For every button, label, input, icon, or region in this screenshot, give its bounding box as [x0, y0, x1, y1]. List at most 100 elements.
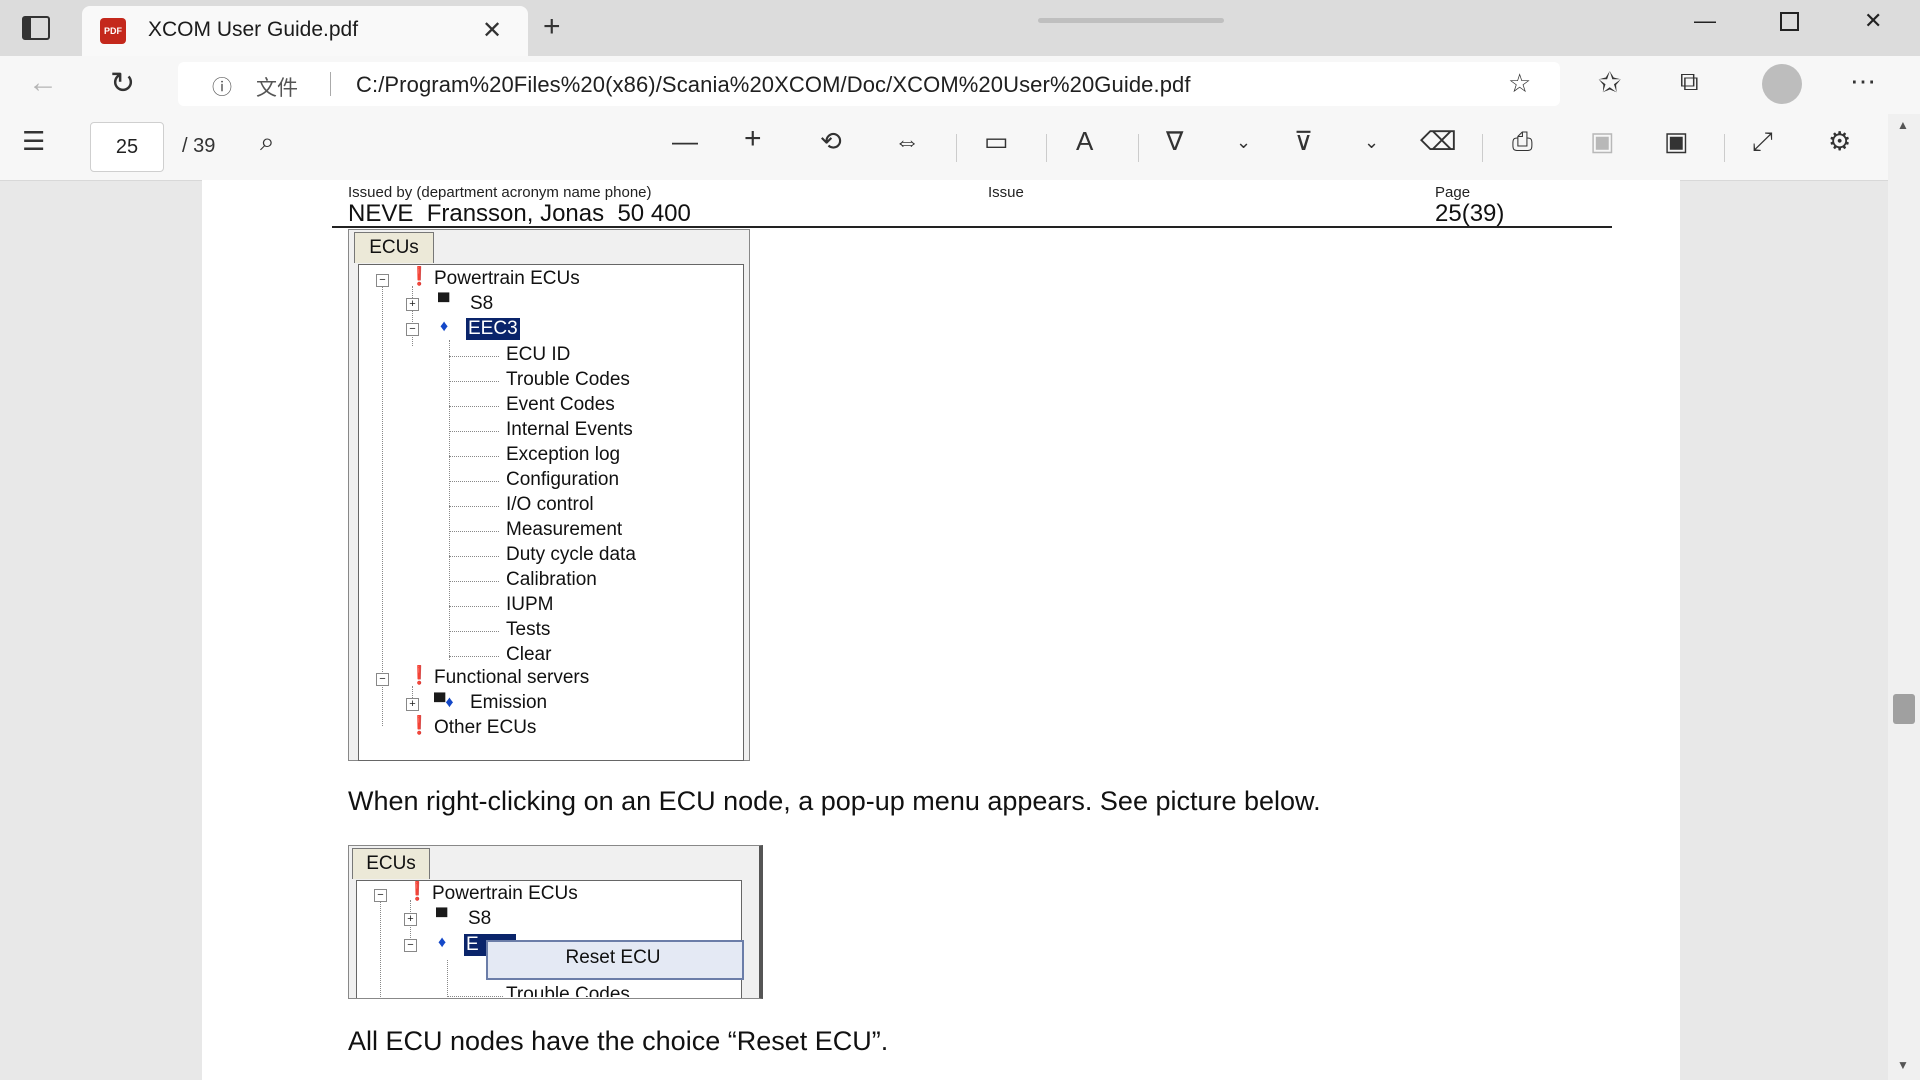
- tree-node-emission[interactable]: Emission: [470, 692, 547, 714]
- tree-node-child[interactable]: Event Codes: [506, 394, 615, 416]
- scroll-down-arrow[interactable]: ▼: [1897, 1058, 1909, 1072]
- tree-node-other-ecus[interactable]: Other ECUs: [434, 717, 536, 739]
- highlight-options-icon[interactable]: ⌄: [1364, 132, 1379, 153]
- expand-toggle[interactable]: +: [404, 913, 417, 926]
- close-window-button[interactable]: ✕: [1864, 8, 1882, 34]
- tree-node-child[interactable]: Trouble Codes: [506, 369, 630, 391]
- ecu-s8-icon: ▀: [438, 294, 450, 311]
- rotate-icon[interactable]: ⟲: [820, 126, 842, 157]
- expand-toggle[interactable]: +: [406, 698, 419, 711]
- page-number-input[interactable]: 25: [90, 122, 164, 172]
- tree-node-child[interactable]: Measurement: [506, 519, 622, 541]
- minimize-button[interactable]: —: [1694, 8, 1716, 34]
- vertical-scrollbar[interactable]: [1888, 114, 1920, 1080]
- toolbar-divider: [1046, 134, 1047, 162]
- favorites-icon[interactable]: ✩: [1598, 66, 1621, 99]
- toolbar-divider: [1482, 134, 1483, 162]
- drag-handle[interactable]: [1038, 18, 1224, 23]
- back-button[interactable]: ←: [28, 66, 58, 100]
- draw-icon[interactable]: ∇: [1166, 126, 1183, 157]
- emission-icon: ▀♦: [434, 694, 454, 711]
- tree-node-functional-servers[interactable]: Functional servers: [434, 667, 589, 689]
- collapse-toggle[interactable]: −: [406, 323, 419, 336]
- address-file-label: 文件: [256, 77, 298, 100]
- highlight-icon[interactable]: ⊽: [1294, 126, 1313, 157]
- toolbar-divider: [1138, 134, 1139, 162]
- zoom-out-icon[interactable]: —: [672, 126, 698, 157]
- draw-options-icon[interactable]: ⌄: [1236, 132, 1251, 153]
- tree-line: [449, 431, 499, 432]
- expand-toggle[interactable]: +: [406, 298, 419, 311]
- collapse-toggle[interactable]: −: [374, 889, 387, 902]
- tree-node-child[interactable]: ECU ID: [506, 344, 570, 366]
- tree-line: [412, 286, 413, 346]
- powertrain-pin-icon: ❗: [408, 266, 431, 286]
- save-as-icon[interactable]: ▣: [1664, 126, 1689, 157]
- tab-title: XCOM User Guide.pdf: [148, 18, 359, 41]
- tree-node-powertrain[interactable]: Powertrain ECUs: [434, 268, 580, 290]
- search-icon[interactable]: ⌕: [260, 126, 275, 158]
- more-options-icon[interactable]: ⋯: [1850, 66, 1876, 97]
- address-bar[interactable]: ⓘ 文件 C:/Program%20Files%20(x86)/Scania%2…: [178, 62, 1560, 106]
- tree-line: [449, 506, 499, 507]
- issued-by-value: NEVE Fransson, Jonas 50 400: [348, 200, 691, 227]
- profile-avatar[interactable]: [1762, 64, 1802, 104]
- tree-node-s8[interactable]: S8: [468, 908, 491, 930]
- tree-node-eec3[interactable]: EEC3: [466, 318, 520, 340]
- tree-line: [449, 656, 499, 657]
- tree-node-powertrain[interactable]: Powertrain ECUs: [432, 883, 578, 905]
- tree-node-child[interactable]: Exception log: [506, 444, 620, 466]
- partial-node-clip: Trouble Codes: [502, 984, 738, 997]
- pdf-icon: PDF: [100, 18, 126, 44]
- page-label: Page: [1435, 184, 1471, 201]
- tree-node-child[interactable]: IUPM: [506, 594, 554, 616]
- read-aloud-icon[interactable]: A: [1076, 126, 1093, 157]
- ecus-tab: ECUs: [354, 232, 434, 263]
- tree-node-child[interactable]: Clear: [506, 644, 551, 666]
- tree-line: [449, 481, 499, 482]
- tree-line: [449, 606, 499, 607]
- close-tab-icon[interactable]: ✕: [482, 16, 502, 45]
- fullscreen-icon[interactable]: ⤢: [1752, 126, 1773, 158]
- reset-ecu-menu-item[interactable]: Reset ECU: [488, 947, 738, 969]
- scrollbar-thumb[interactable]: [1893, 694, 1915, 724]
- header-rule: [332, 226, 1612, 228]
- tree-node-child[interactable]: Internal Events: [506, 419, 633, 441]
- tree-node-child[interactable]: Calibration: [506, 569, 597, 591]
- collections-icon[interactable]: ⧉: [1680, 66, 1699, 98]
- toolbar-divider: [1724, 134, 1725, 162]
- scroll-up-arrow[interactable]: ▲: [1897, 118, 1909, 132]
- eraser-icon[interactable]: ⌫: [1420, 126, 1457, 157]
- tab-actions-icon[interactable]: [22, 16, 50, 40]
- tree-node-child[interactable]: Duty cycle data: [506, 544, 636, 566]
- new-tab-button[interactable]: +: [543, 10, 561, 44]
- print-icon[interactable]: ⎙: [1512, 126, 1533, 158]
- collapse-toggle[interactable]: −: [376, 274, 389, 287]
- ecus-tab: ECUs: [352, 848, 430, 879]
- tree-node-child[interactable]: Configuration: [506, 469, 619, 491]
- tree-line: [449, 581, 499, 582]
- fit-width-icon[interactable]: ⇔: [894, 126, 920, 157]
- contents-icon[interactable]: ☰: [22, 126, 45, 157]
- maximize-button[interactable]: [1780, 12, 1799, 31]
- browser-tab[interactable]: PDF XCOM User Guide.pdf ✕: [82, 6, 528, 56]
- toolbar-divider: [956, 134, 957, 162]
- zoom-in-icon[interactable]: +: [744, 122, 762, 156]
- collapse-toggle[interactable]: −: [404, 939, 417, 952]
- tree-line: [447, 996, 503, 997]
- tree-line: [447, 960, 448, 997]
- collapse-toggle[interactable]: −: [376, 673, 389, 686]
- add-favorite-icon[interactable]: ☆: [1508, 68, 1531, 99]
- save-icon[interactable]: ▣: [1590, 126, 1615, 157]
- tree-node-trouble-codes[interactable]: Trouble Codes: [506, 984, 630, 997]
- page-view-icon[interactable]: ▭: [984, 126, 1009, 157]
- address-url[interactable]: C:/Program%20Files%20(x86)/Scania%20XCOM…: [356, 72, 1191, 98]
- tree-node-s8[interactable]: S8: [470, 293, 493, 315]
- settings-icon[interactable]: ⚙: [1828, 126, 1851, 157]
- issued-by-label: Issued by (department acronym name phone…: [348, 184, 652, 201]
- other-pin-icon: ❗: [408, 715, 431, 735]
- refresh-button[interactable]: ↻: [110, 66, 135, 101]
- tree-node-child[interactable]: I/O control: [506, 494, 594, 516]
- info-icon[interactable]: ⓘ: [212, 71, 232, 100]
- tree-node-child[interactable]: Tests: [506, 619, 550, 641]
